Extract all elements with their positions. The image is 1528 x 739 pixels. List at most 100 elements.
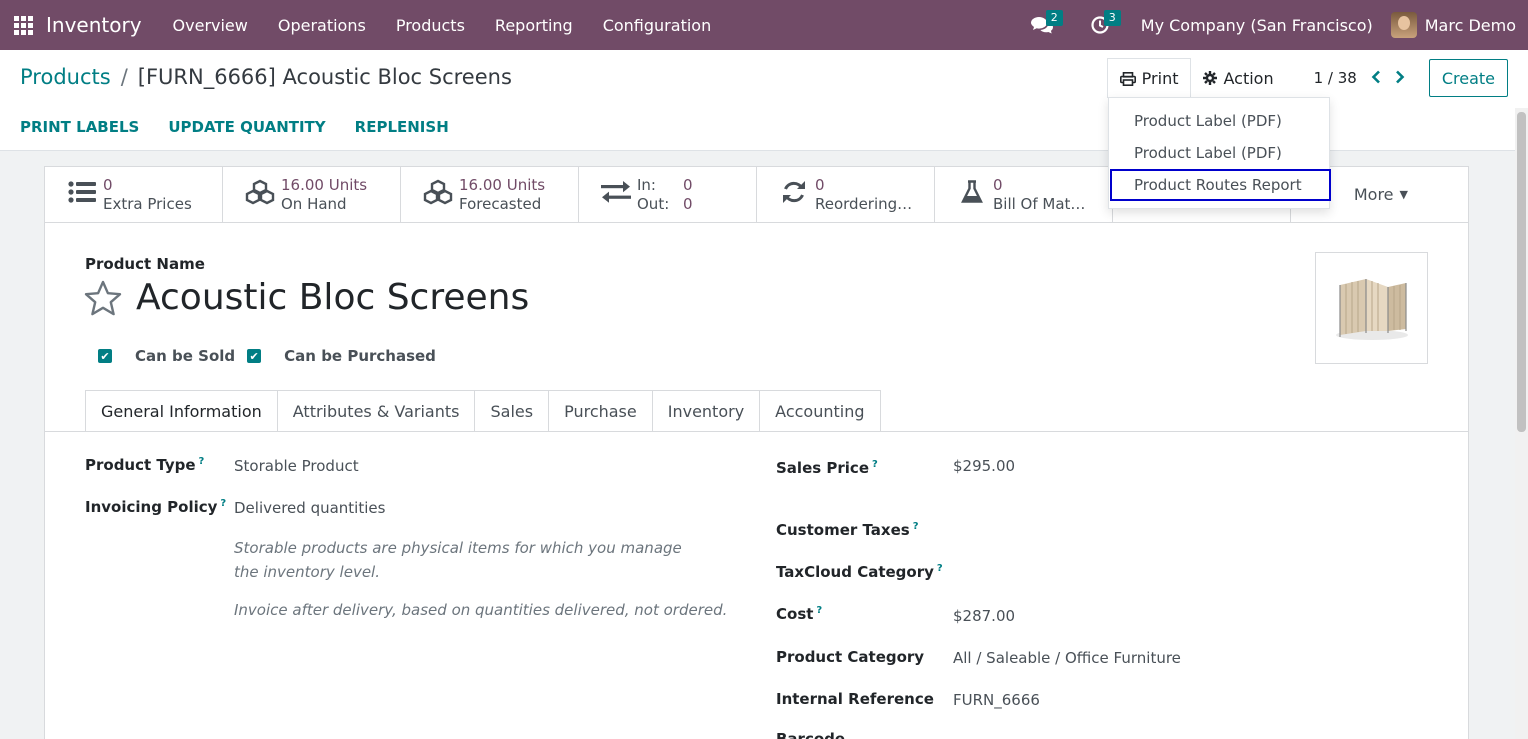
gear-icon: [1203, 71, 1218, 85]
breadcrumb-products-link[interactable]: Products: [20, 65, 111, 89]
extra-prices-button[interactable]: 0 Extra Prices: [45, 167, 223, 222]
update-quantity-button[interactable]: UPDATE QUANTITY: [168, 118, 325, 136]
form-tabs: General Information Attributes & Variant…: [85, 390, 881, 432]
barcode-label: Barcode: [776, 730, 846, 739]
breadcrumb-current: [FURN_6666] Acoustic Bloc Screens: [137, 65, 512, 89]
internal-reference-label: Internal Reference: [776, 690, 934, 708]
tab-inventory[interactable]: Inventory: [652, 390, 761, 432]
action-button-label: Action: [1223, 68, 1274, 88]
product-type-label: Product Type?: [85, 456, 205, 474]
refresh-icon: [777, 180, 811, 210]
vertical-scrollbar[interactable]: [1515, 108, 1528, 739]
messages-badge: 2: [1045, 10, 1063, 26]
invoice-help-text: Invoice after delivery, based on quantit…: [234, 601, 728, 619]
storable-help-text: Storable products are physical items for…: [234, 539, 682, 581]
can-be-sold-label[interactable]: Can be Sold: [135, 347, 235, 365]
customer-taxes-label: Customer Taxes?: [776, 521, 919, 539]
help-icon[interactable]: ?: [199, 456, 205, 467]
menu-item-product-label-pdf[interactable]: Product Label (PDF): [1109, 105, 1329, 137]
user-menu[interactable]: Marc Demo: [1425, 16, 1516, 35]
tab-sales[interactable]: Sales: [475, 390, 550, 432]
tab-attributes-variants[interactable]: Attributes & Variants: [277, 390, 476, 432]
bom-value: 0: [993, 175, 1003, 194]
in-label: In:: [637, 175, 656, 194]
internal-reference-field[interactable]: FURN_6666: [953, 691, 1040, 709]
top-navbar: Inventory Overview Operations Products R…: [0, 0, 1528, 50]
activities-badge: 3: [1103, 10, 1121, 26]
menu-item-product-label-pdf-2[interactable]: Product Label (PDF): [1109, 137, 1329, 169]
cost-field[interactable]: $287.00: [953, 607, 1015, 625]
in-out-button[interactable]: In: 0 Out: 0: [579, 167, 757, 222]
can-be-purchased-checkbox[interactable]: ✔: [247, 349, 262, 363]
tab-purchase[interactable]: Purchase: [549, 390, 653, 432]
create-button[interactable]: Create: [1428, 59, 1508, 97]
out-value: 0: [683, 194, 693, 213]
can-be-purchased-label[interactable]: Can be Purchased: [284, 347, 436, 365]
action-button[interactable]: Action: [1191, 58, 1285, 98]
print-labels-button[interactable]: PRINT LABELS: [20, 118, 139, 136]
product-image[interactable]: [1315, 252, 1428, 364]
menu-products[interactable]: Products: [381, 0, 480, 50]
taxcloud-category-label: TaxCloud Category?: [776, 563, 943, 581]
bom-label: Bill Of Mat…: [993, 194, 1086, 213]
bill-of-materials-button[interactable]: 0 Bill Of Mat…: [935, 167, 1113, 222]
tab-general-information[interactable]: General Information: [85, 390, 278, 432]
more-label: More: [1353, 185, 1394, 204]
caret-down-icon: ▼: [1399, 188, 1408, 201]
activities-icon[interactable]: 3: [1071, 0, 1129, 50]
can-be-sold-checkbox[interactable]: ✔: [98, 349, 112, 363]
forecasted-label: Forecasted: [459, 194, 542, 213]
help-icon[interactable]: ?: [220, 498, 226, 509]
product-type-field[interactable]: Storable Product: [234, 457, 359, 475]
form-sheet: 0 Extra Prices 16.00 Units On Hand 16.00…: [44, 166, 1469, 739]
exchange-icon: [599, 180, 633, 209]
extra-prices-value: 0: [103, 175, 113, 194]
product-name-field[interactable]: Acoustic Bloc Screens: [136, 277, 529, 318]
replenish-button[interactable]: REPLENISH: [355, 118, 449, 136]
product-category-label: Product Category: [776, 648, 925, 666]
menu-reporting[interactable]: Reporting: [480, 0, 588, 50]
sales-price-field[interactable]: $295.00: [953, 457, 1015, 475]
tab-accounting[interactable]: Accounting: [760, 390, 881, 432]
help-icon[interactable]: ?: [872, 459, 878, 470]
user-avatar[interactable]: [1390, 12, 1417, 38]
cubes-icon: [243, 179, 277, 211]
app-name[interactable]: Inventory: [46, 13, 142, 37]
company-switcher[interactable]: My Company (San Francisco): [1141, 16, 1373, 35]
apps-menu-icon[interactable]: [0, 0, 46, 50]
breadcrumb: Products / [FURN_6666] Acoustic Bloc Scr…: [20, 65, 512, 89]
out-label: Out:: [637, 194, 670, 213]
help-icon[interactable]: ?: [937, 563, 943, 574]
pager-value[interactable]: 1 / 38: [1314, 69, 1357, 87]
breadcrumb-separator: /: [120, 65, 128, 89]
pager-previous-icon[interactable]: [1371, 68, 1381, 89]
invoicing-policy-label: Invoicing Policy?: [85, 498, 227, 516]
flask-icon: [955, 179, 989, 210]
messages-icon[interactable]: 2: [1013, 0, 1071, 50]
forecasted-button[interactable]: 16.00 Units Forecasted: [401, 167, 579, 222]
help-icon[interactable]: ?: [913, 521, 919, 532]
printer-icon: [1119, 71, 1136, 86]
status-buttons: PRINT LABELS UPDATE QUANTITY REPLENISH: [20, 118, 478, 136]
on-hand-button[interactable]: 16.00 Units On Hand: [223, 167, 401, 222]
print-button[interactable]: Print: [1106, 58, 1192, 98]
menu-operations[interactable]: Operations: [263, 0, 381, 50]
on-hand-value: 16.00 Units: [281, 175, 368, 194]
menu-overview[interactable]: Overview: [158, 0, 263, 50]
acoustic-screen-image: [1335, 279, 1408, 340]
cubes-icon: [421, 179, 455, 211]
on-hand-label: On Hand: [281, 194, 347, 213]
help-icon[interactable]: ?: [816, 605, 822, 616]
list-icon: [65, 180, 99, 209]
sales-price-label: Sales Price?: [776, 459, 878, 477]
forecasted-value: 16.00 Units: [459, 175, 546, 194]
scrollbar-thumb[interactable]: [1517, 112, 1526, 432]
menu-item-product-routes-report[interactable]: Product Routes Report: [1110, 169, 1331, 201]
invoicing-policy-field[interactable]: Delivered quantities: [234, 499, 385, 517]
in-value: 0: [683, 175, 693, 194]
star-icon[interactable]: [83, 279, 123, 319]
pager-next-icon[interactable]: [1395, 68, 1405, 89]
reordering-button[interactable]: 0 Reordering…: [757, 167, 935, 222]
menu-configuration[interactable]: Configuration: [588, 0, 727, 50]
product-category-field[interactable]: All / Saleable / Office Furniture: [953, 649, 1181, 667]
